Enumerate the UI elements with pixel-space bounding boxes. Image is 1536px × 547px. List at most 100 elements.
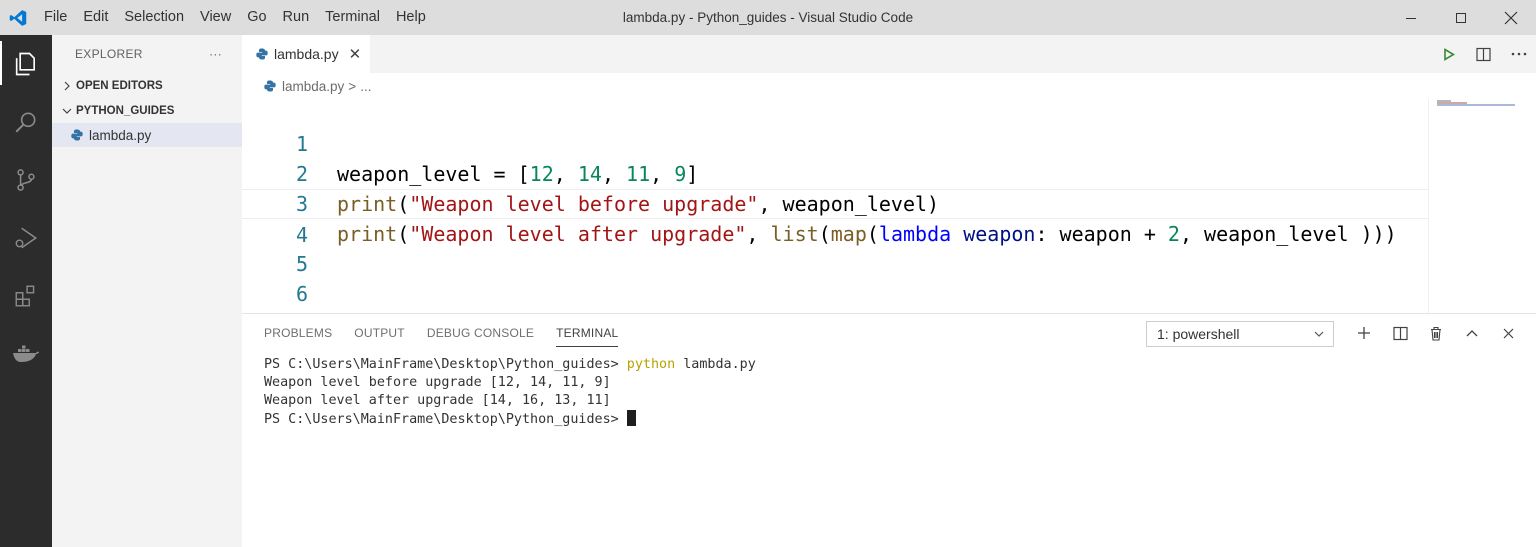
chevron-right-icon (60, 81, 74, 91)
open-editors-label: OPEN EDITORS (76, 79, 163, 92)
activity-bar (0, 35, 52, 547)
breadcrumb-file[interactable]: lambda.py (282, 79, 344, 94)
terminal-line: Weapon level before upgrade [12, 14, 11,… (264, 375, 611, 390)
menu-run[interactable]: Run (275, 0, 318, 35)
tab-debug-console[interactable]: DEBUG CONSOLE (427, 314, 534, 352)
terminal-cursor (626, 410, 636, 426)
menu-terminal[interactable]: Terminal (317, 0, 388, 35)
terminal-command: python (626, 357, 676, 372)
code-line: 6 (242, 249, 1428, 306)
chevron-down-icon (1313, 326, 1325, 345)
file-item-lambda[interactable]: lambda.py (52, 123, 242, 147)
source-control-icon (17, 169, 35, 191)
code-line: 5 (242, 219, 1428, 276)
menu-view[interactable]: View (192, 0, 239, 35)
close-icon (1504, 11, 1518, 24)
panel-tabs: PROBLEMS OUTPUT DEBUG CONSOLE TERMINAL (264, 314, 640, 352)
split-editor-icon (1476, 47, 1491, 61)
file-label: lambda.py (89, 127, 152, 143)
split-terminal-icon (1392, 326, 1408, 340)
python-file-icon (264, 80, 276, 92)
menu-go[interactable]: Go (239, 0, 274, 35)
window-controls (1386, 0, 1536, 35)
activity-search[interactable] (0, 93, 52, 151)
tab-lambda-py[interactable]: lambda.py ✕ (242, 35, 370, 73)
add-terminal-icon (1358, 327, 1370, 339)
close-panel-button[interactable] (1490, 314, 1526, 352)
minimap[interactable] (1428, 99, 1520, 313)
terminal-prompt: PS C:\Users\MainFrame\Desktop\Python_gui… (264, 412, 627, 427)
explorer-title: EXPLORER (75, 47, 143, 61)
minimize-icon (1406, 17, 1416, 19)
maximize-panel-button[interactable] (1454, 314, 1490, 352)
trash-icon (1431, 326, 1441, 341)
code-line: 7 (242, 279, 1428, 336)
terminal-argument: lambda.py (675, 357, 756, 372)
terminal-line: Weapon level after upgrade [14, 16, 13, … (264, 393, 611, 408)
activity-source-control[interactable] (0, 151, 52, 209)
run-python-button[interactable] (1431, 35, 1466, 73)
terminal-line: PS C:\Users\MainFrame\Desktop\Python_gui… (264, 410, 756, 428)
more-actions-button[interactable]: ··· (209, 47, 222, 61)
terminal-select-value: 1: powershell (1157, 326, 1240, 342)
close-icon (1503, 328, 1513, 338)
python-file-icon (71, 129, 83, 141)
search-icon (15, 112, 36, 133)
terminal-line: PS C:\Users\MainFrame\Desktop\Python_gui… (264, 356, 756, 374)
editor-actions (1431, 35, 1536, 73)
bottom-panel: PROBLEMS OUTPUT DEBUG CONSOLE TERMINAL 1… (242, 313, 1536, 547)
editor-scrollbar[interactable] (1520, 99, 1536, 313)
maximize-button[interactable] (1436, 0, 1486, 35)
terminal-select[interactable]: 1: powershell (1146, 321, 1334, 347)
code-line: 2 print("Weapon level before upgrade", w… (242, 129, 1428, 216)
tab-terminal[interactable]: TERMINAL (556, 314, 619, 352)
menu-bar: File Edit Selection View Go Run Terminal… (36, 0, 434, 35)
tab-output[interactable]: OUTPUT (354, 314, 405, 352)
code-editor[interactable]: 1 weapon_level = [12, 14, 11, 9] 2 print… (242, 99, 1428, 336)
activity-docker[interactable] (0, 325, 52, 383)
python-file-icon (256, 48, 268, 60)
folder-label: PYTHON_GUIDES (76, 104, 175, 117)
activity-run-debug[interactable] (0, 209, 52, 267)
activity-explorer[interactable] (0, 35, 52, 93)
tab-label: lambda.py (274, 46, 339, 62)
chevron-down-icon (60, 107, 74, 115)
docker-icon (13, 345, 39, 362)
open-editors-section[interactable]: OPEN EDITORS (52, 73, 242, 98)
code-line: 3 print("Weapon level after upgrade", li… (242, 159, 1428, 246)
menu-help[interactable]: Help (388, 0, 434, 35)
chevron-up-icon (1466, 330, 1478, 337)
kill-terminal-button[interactable] (1418, 314, 1454, 352)
minimap-preview (1437, 100, 1515, 106)
folder-section[interactable]: PYTHON_GUIDES (52, 98, 242, 123)
terminal-prompt: PS C:\Users\MainFrame\Desktop\Python_gui… (264, 357, 627, 372)
activity-extensions[interactable] (0, 267, 52, 325)
split-editor-button[interactable] (1466, 35, 1501, 73)
menu-selection[interactable]: Selection (116, 0, 192, 35)
menu-edit[interactable]: Edit (75, 0, 116, 35)
minimize-button[interactable] (1386, 0, 1436, 35)
vscode-logo-icon (0, 0, 36, 35)
ellipsis-icon (1511, 52, 1526, 56)
editor-tabs: lambda.py ✕ (242, 35, 1536, 73)
run-icon (1443, 47, 1455, 61)
code-line-current: 4 (242, 189, 1428, 247)
breadcrumb: lambda.py > ... (242, 73, 1536, 99)
close-window-button[interactable] (1486, 0, 1536, 35)
code-line: 1 weapon_level = [12, 14, 11, 9] (242, 99, 1428, 186)
extensions-icon (15, 285, 35, 307)
panel-actions (1346, 314, 1526, 352)
breadcrumb-separator: > (348, 78, 357, 94)
split-terminal-button[interactable] (1382, 314, 1418, 352)
title-bar: File Edit Selection View Go Run Terminal… (0, 0, 1536, 35)
explorer-sidebar: EXPLORER ··· OPEN EDITORS PYTHON_GUIDES … (52, 35, 242, 547)
tab-close-button[interactable]: ✕ (349, 45, 362, 63)
maximize-icon (1456, 12, 1466, 23)
new-terminal-button[interactable] (1346, 314, 1382, 352)
menu-file[interactable]: File (36, 0, 75, 35)
terminal-output[interactable]: PS C:\Users\MainFrame\Desktop\Python_gui… (264, 356, 756, 428)
run-debug-icon (15, 227, 38, 249)
more-editor-actions-button[interactable] (1501, 35, 1536, 73)
breadcrumb-symbols[interactable]: ... (360, 79, 371, 94)
tab-problems[interactable]: PROBLEMS (264, 314, 332, 352)
